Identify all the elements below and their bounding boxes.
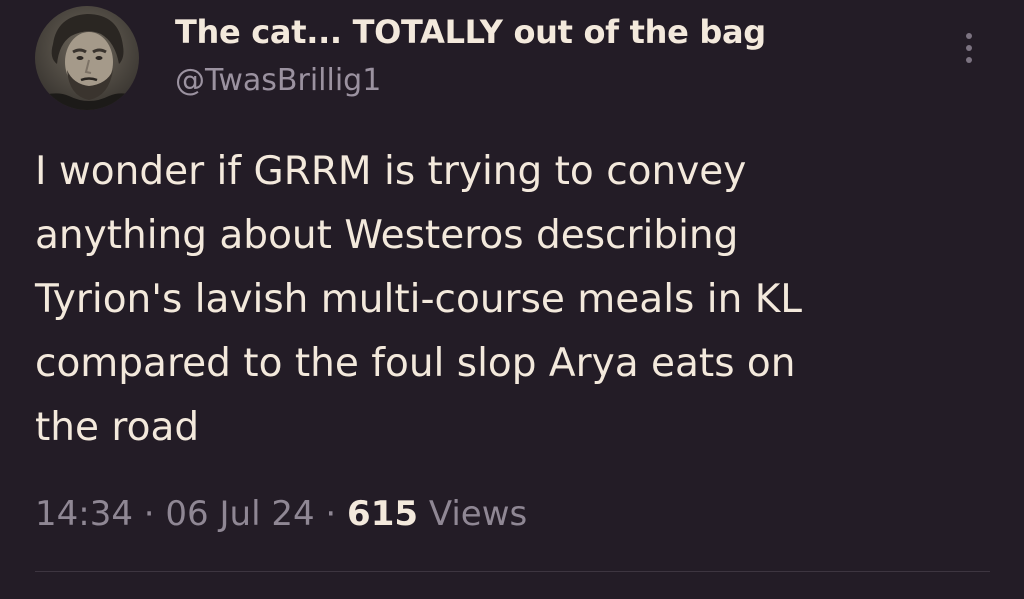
avatar[interactable] bbox=[35, 6, 139, 110]
display-name[interactable]: The cat... TOTALLY out of the bag bbox=[175, 8, 766, 56]
tweet-text-line: compared to the foul slop Arya eats on bbox=[35, 341, 796, 386]
views-label: Views bbox=[428, 494, 528, 534]
tweet-date[interactable]: 06 Jul 24 bbox=[165, 494, 314, 534]
tweet-time[interactable]: 14:34 bbox=[35, 494, 133, 534]
more-options-button[interactable] bbox=[952, 24, 986, 72]
avatar-image bbox=[35, 6, 139, 110]
meta-separator: · bbox=[143, 494, 155, 534]
more-vertical-icon-dot bbox=[966, 57, 972, 63]
tweet-meta: 14:34 · 06 Jul 24 · 615 Views bbox=[35, 490, 527, 538]
divider bbox=[35, 571, 990, 572]
tweet-text-line: Tyrion's lavish multi-course meals in KL bbox=[35, 277, 802, 322]
more-vertical-icon-dot bbox=[966, 45, 972, 51]
tweet-card: The cat... TOTALLY out of the bag @TwasB… bbox=[0, 0, 1024, 599]
more-vertical-icon bbox=[966, 33, 972, 39]
views-count[interactable]: 615 bbox=[347, 494, 418, 534]
tweet-text-line: anything about Westeros describing bbox=[35, 213, 739, 258]
user-handle[interactable]: @TwasBrillig1 bbox=[175, 58, 381, 104]
tweet-text: I wonder if GRRM is trying to convey any… bbox=[35, 140, 985, 460]
tweet-text-line: I wonder if GRRM is trying to convey bbox=[35, 149, 747, 194]
meta-separator: · bbox=[325, 494, 337, 534]
tweet-text-line: the road bbox=[35, 405, 200, 450]
